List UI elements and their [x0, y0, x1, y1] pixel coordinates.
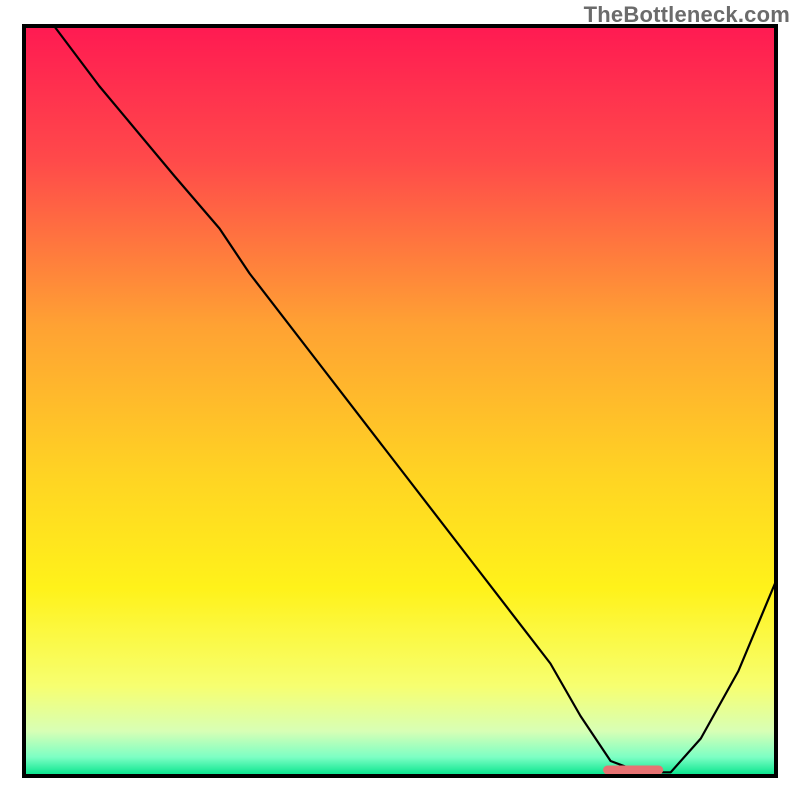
watermark-text: TheBottleneck.com [584, 2, 790, 28]
bottleneck-chart [0, 0, 800, 800]
optimal-marker [603, 766, 663, 775]
chart-container: TheBottleneck.com [0, 0, 800, 800]
gradient-background [24, 26, 776, 776]
